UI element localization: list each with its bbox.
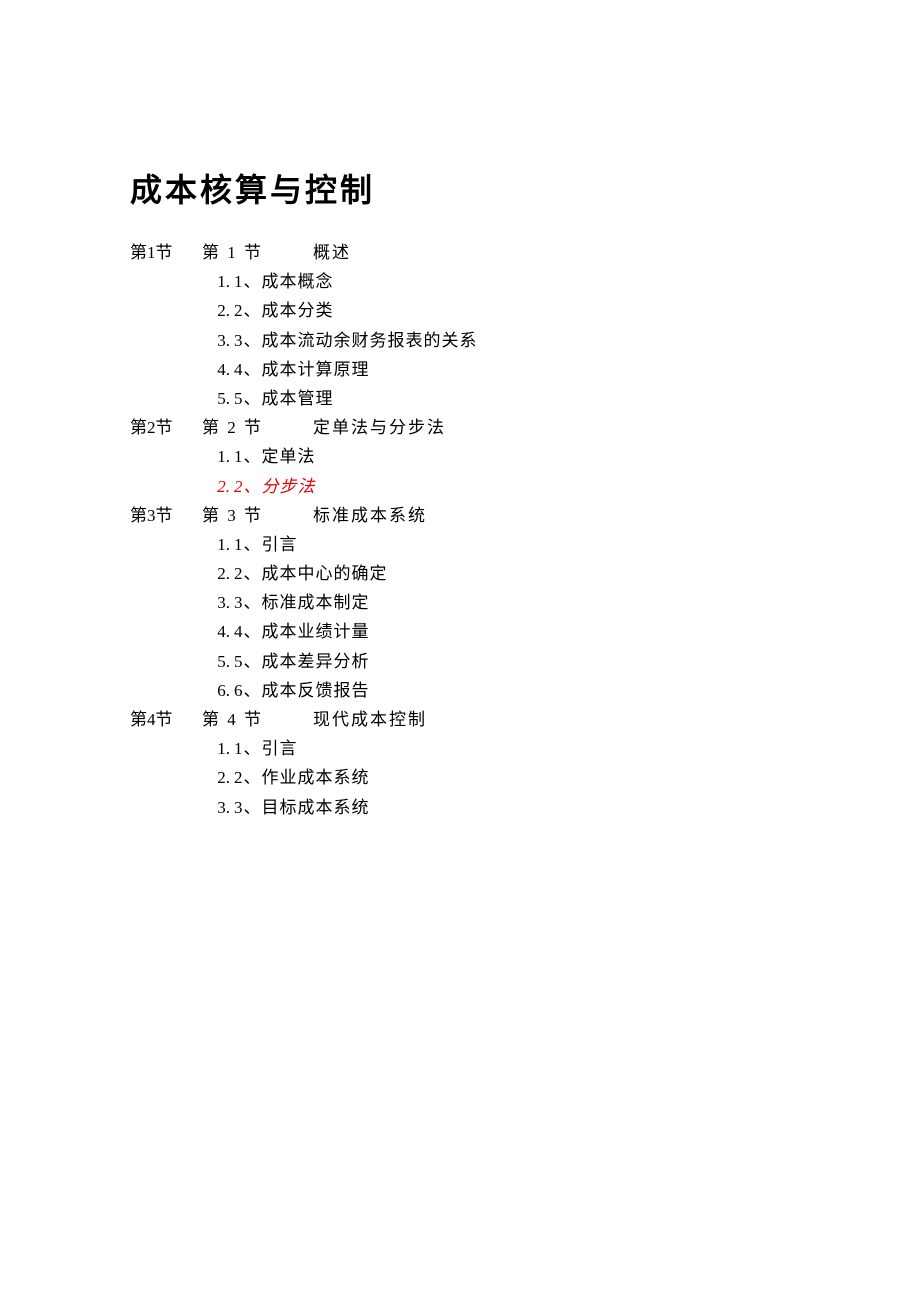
toc-item: 2.2、成本分类	[130, 297, 790, 324]
section-title: 现代成本控制	[313, 710, 427, 729]
toc-item: 1.1、定单法	[130, 443, 790, 470]
section-number: 第 4 节	[202, 710, 263, 729]
item-outer-number: 5.	[202, 385, 234, 412]
item-indent	[130, 764, 202, 791]
item-outer-number: 1.	[202, 443, 234, 470]
item-text: 2、作业成本系统	[234, 764, 370, 791]
section-number: 第 1 节	[202, 243, 263, 262]
item-indent	[130, 297, 202, 324]
item-outer-number: 2.	[202, 297, 234, 324]
section-title: 概述	[313, 243, 351, 262]
item-outer-number: 4.	[202, 618, 234, 645]
section-number: 第 2 节	[202, 418, 263, 437]
item-indent	[130, 385, 202, 412]
item-text: 4、成本业绩计量	[234, 618, 370, 645]
item-text: 2、成本中心的确定	[234, 560, 388, 587]
item-indent	[130, 677, 202, 704]
item-outer-number: 5.	[202, 648, 234, 675]
item-text: 5、成本差异分析	[234, 648, 370, 675]
section-heading: 第2节第 2 节 定单法与分步法	[130, 414, 790, 441]
section-heading: 第4节第 4 节 现代成本控制	[130, 706, 790, 733]
toc-item: 6.6、成本反馈报告	[130, 677, 790, 704]
item-text: 2、分步法	[234, 473, 316, 500]
item-indent	[130, 356, 202, 383]
item-indent	[130, 531, 202, 558]
toc-item: 3.3、成本流动余财务报表的关系	[130, 327, 790, 354]
item-text: 3、成本流动余财务报表的关系	[234, 327, 478, 354]
section-heading-text: 第 3 节 标准成本系统	[202, 502, 427, 529]
item-outer-number: 3.	[202, 327, 234, 354]
item-indent	[130, 648, 202, 675]
section-heading: 第1节第 1 节 概述	[130, 239, 790, 266]
table-of-contents: 第1节第 1 节概述1.1、成本概念2.2、成本分类3.3、成本流动余财务报表的…	[130, 239, 790, 821]
section-label: 第2节	[130, 414, 202, 441]
toc-item: 4.4、成本计算原理	[130, 356, 790, 383]
section-number: 第 3 节	[202, 506, 263, 525]
toc-item: 1.1、引言	[130, 735, 790, 762]
section-label: 第3节	[130, 502, 202, 529]
section-heading-text: 第 1 节 概述	[202, 239, 351, 266]
item-text: 1、引言	[234, 531, 298, 558]
item-indent	[130, 327, 202, 354]
item-text: 5、成本管理	[234, 385, 334, 412]
toc-item: 3.3、标准成本制定	[130, 589, 790, 616]
item-text: 6、成本反馈报告	[234, 677, 370, 704]
section-heading-text: 第 4 节 现代成本控制	[202, 706, 427, 733]
item-outer-number: 3.	[202, 794, 234, 821]
item-indent	[130, 794, 202, 821]
item-outer-number: 1.	[202, 735, 234, 762]
item-outer-number: 2.	[202, 560, 234, 587]
item-text: 1、定单法	[234, 443, 316, 470]
toc-item: 2.2、分步法	[130, 473, 790, 500]
item-text: 4、成本计算原理	[234, 356, 370, 383]
item-indent	[130, 268, 202, 295]
item-text: 3、目标成本系统	[234, 794, 370, 821]
section-label: 第1节	[130, 239, 202, 266]
section-title: 标准成本系统	[313, 506, 427, 525]
section-heading-text: 第 2 节 定单法与分步法	[202, 414, 446, 441]
item-indent	[130, 589, 202, 616]
item-text: 1、成本概念	[234, 268, 334, 295]
toc-item: 4.4、成本业绩计量	[130, 618, 790, 645]
toc-item: 5.5、成本差异分析	[130, 648, 790, 675]
section-title: 定单法与分步法	[313, 418, 446, 437]
toc-item: 2.2、作业成本系统	[130, 764, 790, 791]
item-indent	[130, 560, 202, 587]
section-label: 第4节	[130, 706, 202, 733]
item-indent	[130, 735, 202, 762]
item-indent	[130, 618, 202, 645]
item-outer-number: 1.	[202, 531, 234, 558]
toc-item: 5.5、成本管理	[130, 385, 790, 412]
item-outer-number: 2.	[202, 473, 234, 500]
item-indent	[130, 443, 202, 470]
item-outer-number: 1.	[202, 268, 234, 295]
item-text: 1、引言	[234, 735, 298, 762]
item-text: 3、标准成本制定	[234, 589, 370, 616]
item-outer-number: 3.	[202, 589, 234, 616]
toc-item: 1.1、引言	[130, 531, 790, 558]
toc-item: 3.3、目标成本系统	[130, 794, 790, 821]
item-outer-number: 2.	[202, 764, 234, 791]
item-indent	[130, 473, 202, 500]
item-text: 2、成本分类	[234, 297, 334, 324]
toc-item: 1.1、成本概念	[130, 268, 790, 295]
document-page: 成本核算与控制 第1节第 1 节概述1.1、成本概念2.2、成本分类3.3、成本…	[0, 0, 920, 821]
item-outer-number: 4.	[202, 356, 234, 383]
toc-item: 2.2、成本中心的确定	[130, 560, 790, 587]
section-heading: 第3节第 3 节 标准成本系统	[130, 502, 790, 529]
page-title: 成本核算与控制	[130, 165, 790, 211]
item-outer-number: 6.	[202, 677, 234, 704]
